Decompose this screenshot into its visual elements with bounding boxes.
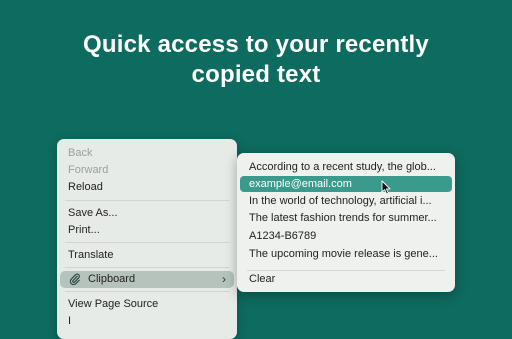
menu-separator (65, 200, 229, 201)
clear-label: Clear (249, 273, 276, 285)
menu-item-view-page-source[interactable]: View Page Source (68, 296, 158, 312)
menu-separator (65, 267, 229, 268)
clear-clipboard-button[interactable]: Clear (240, 271, 452, 287)
context-menu: Back Forward Reload Save As... Print... … (57, 139, 237, 339)
menu-item-partial[interactable]: I (68, 313, 71, 329)
clipboard-entry-text: The upcoming movie release is gene... (249, 248, 438, 260)
clipboard-entry-highlighted[interactable]: example@email.com (240, 176, 452, 192)
menu-separator (65, 291, 229, 292)
clipboard-entry[interactable]: In the world of technology, artificial i… (240, 193, 452, 209)
paperclip-icon (69, 273, 81, 286)
clipboard-entry-text: A1234-B6789 (249, 230, 317, 242)
clipboard-label: Clipboard (88, 273, 136, 285)
clipboard-entry-text: According to a recent study, the glob... (249, 161, 436, 173)
menu-item-back[interactable]: Back (68, 145, 92, 161)
clipboard-entry[interactable]: According to a recent study, the glob... (240, 159, 452, 175)
clipboard-entry-text: The latest fashion trends for summer... (249, 212, 437, 224)
menu-item-translate[interactable]: Translate (68, 247, 113, 263)
chevron-right-icon: › (222, 272, 226, 286)
clipboard-entry-text: In the world of technology, artificial i… (249, 195, 432, 207)
clipboard-submenu: According to a recent study, the glob...… (237, 153, 455, 292)
clipboard-entry[interactable]: The latest fashion trends for summer... (240, 210, 452, 226)
menu-separator (65, 242, 229, 243)
menu-item-forward[interactable]: Forward (68, 162, 108, 178)
mouse-cursor-icon (381, 180, 391, 195)
clipboard-entry[interactable]: The upcoming movie release is gene... (240, 246, 452, 262)
headline-line-2: copied text (191, 61, 321, 88)
clipboard-entry-text: example@email.com (249, 178, 352, 190)
menu-item-print[interactable]: Print... (68, 222, 100, 238)
clipboard-entry[interactable]: A1234-B6789 (240, 228, 452, 244)
menu-item-save-as[interactable]: Save As... (68, 205, 118, 221)
menu-item-clipboard[interactable]: Clipboard › (60, 271, 234, 288)
menu-item-reload[interactable]: Reload (68, 179, 103, 195)
headline: Quick access to your recently copied tex… (0, 30, 512, 90)
headline-line-1: Quick access to your recently (83, 31, 429, 58)
